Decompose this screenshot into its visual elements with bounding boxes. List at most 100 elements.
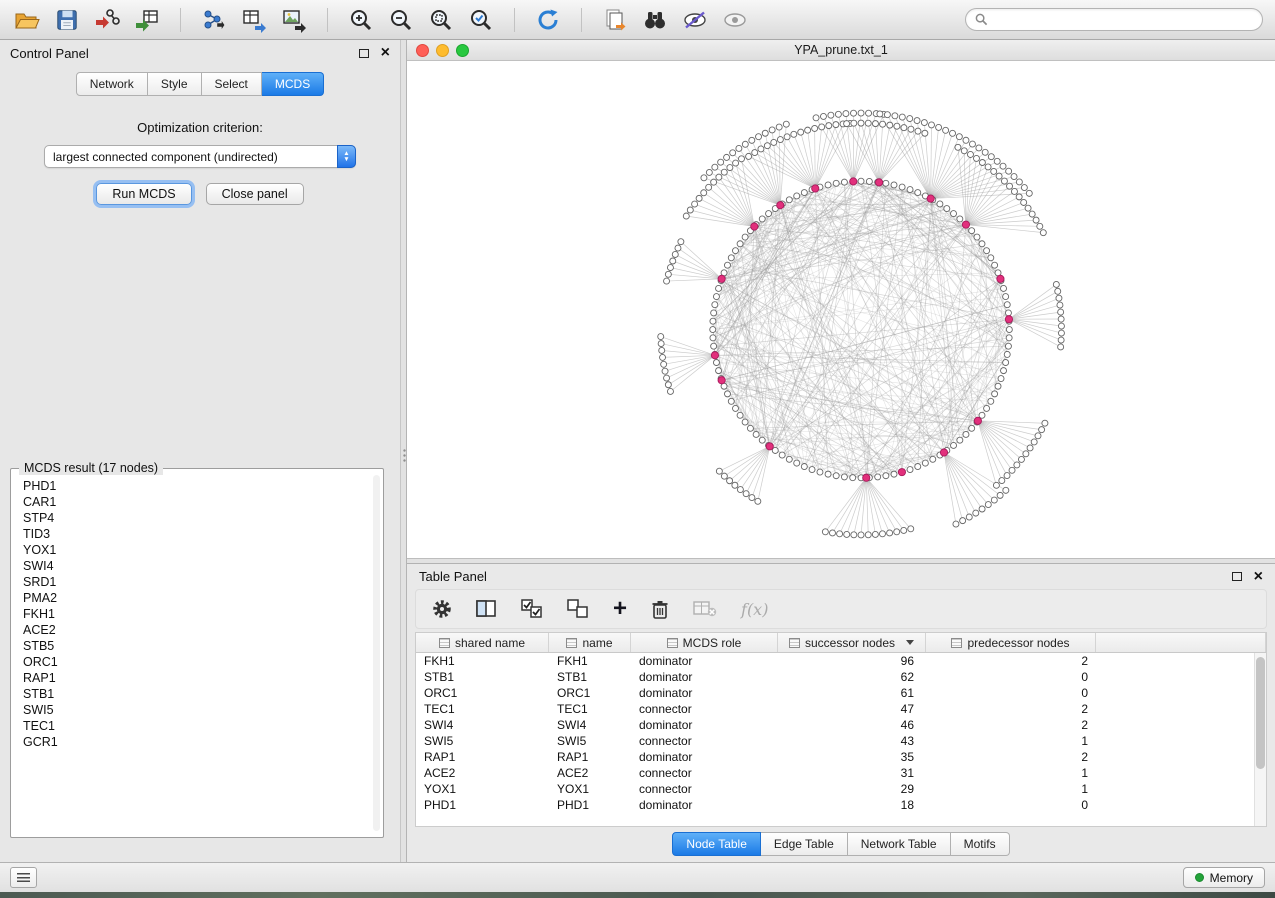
- table-row[interactable]: FKH1FKH1dominator962: [416, 653, 1266, 669]
- column-header-predecessor-nodes[interactable]: predecessor nodes: [926, 633, 1096, 652]
- tab-mcds[interactable]: MCDS: [262, 72, 324, 96]
- tab-edge-table[interactable]: Edge Table: [761, 832, 848, 856]
- zoom-selected-button[interactable]: [466, 5, 496, 35]
- column-icon: [667, 638, 678, 648]
- column-icon: [951, 638, 962, 648]
- table-row[interactable]: STB1STB1dominator620: [416, 669, 1266, 685]
- cell-name: FKH1: [549, 654, 631, 668]
- cell-successor-nodes: 18: [778, 798, 926, 812]
- list-item[interactable]: PHD1: [23, 478, 371, 494]
- mcds-result-title: MCDS result (17 nodes): [19, 461, 163, 475]
- tab-network-table[interactable]: Network Table: [848, 832, 951, 856]
- close-panel-icon[interactable]: ×: [381, 47, 390, 59]
- list-item[interactable]: STB1: [23, 686, 371, 702]
- column-header-successor-nodes[interactable]: successor nodes: [778, 633, 926, 652]
- table-tabs: Node Table Edge Table Network Table Moti…: [407, 832, 1275, 856]
- table-row[interactable]: PHD1PHD1dominator180: [416, 797, 1266, 813]
- delete-table-button[interactable]: [693, 600, 717, 618]
- tab-node-table[interactable]: Node Table: [672, 832, 761, 856]
- tab-style[interactable]: Style: [148, 72, 202, 96]
- network-titlebar[interactable]: YPA_prune.txt_1: [407, 40, 1275, 61]
- table-row[interactable]: ACE2ACE2connector311: [416, 765, 1266, 781]
- search-box[interactable]: [965, 8, 1263, 31]
- table-mode-button[interactable]: [432, 599, 452, 619]
- float-panel-icon[interactable]: [1232, 572, 1242, 581]
- tab-network[interactable]: Network: [76, 72, 148, 96]
- list-item[interactable]: TEC1: [23, 718, 371, 734]
- list-item[interactable]: STP4: [23, 510, 371, 526]
- list-item[interactable]: ACE2: [23, 622, 371, 638]
- export-image-button[interactable]: [279, 5, 309, 35]
- list-item[interactable]: YOX1: [23, 542, 371, 558]
- run-mcds-button[interactable]: Run MCDS: [96, 183, 191, 205]
- list-item[interactable]: SWI5: [23, 702, 371, 718]
- memory-button[interactable]: Memory: [1183, 867, 1265, 888]
- add-column-button[interactable]: +: [613, 599, 627, 619]
- deselect-all-button[interactable]: [567, 599, 589, 619]
- table-scrollbar-thumb[interactable]: [1256, 657, 1265, 769]
- list-item[interactable]: RAP1: [23, 670, 371, 686]
- cell-shared-name: ACE2: [416, 766, 549, 780]
- mcds-result-list[interactable]: PHD1 CAR1 STP4 TID3 YOX1 SWI4 SRD1 PMA2 …: [11, 469, 383, 837]
- cell-shared-name: RAP1: [416, 750, 549, 764]
- close-panel-icon[interactable]: ×: [1254, 571, 1263, 583]
- table-row[interactable]: RAP1RAP1dominator352: [416, 749, 1266, 765]
- list-item[interactable]: PMA2: [23, 590, 371, 606]
- import-table-button[interactable]: [132, 5, 162, 35]
- list-item[interactable]: SRD1: [23, 574, 371, 590]
- table-row[interactable]: ORC1ORC1dominator610: [416, 685, 1266, 701]
- select-all-button[interactable]: [521, 599, 543, 619]
- search-network-button[interactable]: [640, 5, 670, 35]
- tab-select[interactable]: Select: [202, 72, 262, 96]
- control-panel: Control Panel × Network Style Select MCD…: [0, 40, 400, 862]
- network-canvas[interactable]: [407, 61, 1275, 558]
- cell-name: SWI5: [549, 734, 631, 748]
- table-scrollbar-track[interactable]: [1254, 653, 1266, 826]
- network-view-window: YPA_prune.txt_1: [407, 40, 1275, 558]
- minimize-window-icon[interactable]: [436, 44, 449, 57]
- list-item[interactable]: ORC1: [23, 654, 371, 670]
- list-item[interactable]: CAR1: [23, 494, 371, 510]
- open-file-button[interactable]: [12, 5, 42, 35]
- hide-selected-button[interactable]: [680, 5, 710, 35]
- cell-predecessor-nodes: 1: [926, 734, 1096, 748]
- export-table-button[interactable]: [239, 5, 269, 35]
- show-all-button[interactable]: [720, 5, 750, 35]
- column-header-mcds-role[interactable]: MCDS role: [631, 633, 778, 652]
- column-header-name[interactable]: name: [549, 633, 631, 652]
- split-divider-vertical[interactable]: [400, 40, 407, 862]
- zoom-in-button[interactable]: [346, 5, 376, 35]
- zoom-out-button[interactable]: [386, 5, 416, 35]
- list-item[interactable]: FKH1: [23, 606, 371, 622]
- reapply-layout-button[interactable]: [533, 5, 563, 35]
- maximize-window-icon[interactable]: [456, 44, 469, 57]
- close-window-icon[interactable]: [416, 44, 429, 57]
- table-row[interactable]: SWI4SWI4dominator462: [416, 717, 1266, 733]
- cell-predecessor-nodes: 0: [926, 670, 1096, 684]
- table-row[interactable]: SWI5SWI5connector431: [416, 733, 1266, 749]
- list-item[interactable]: SWI4: [23, 558, 371, 574]
- float-panel-icon[interactable]: [359, 49, 369, 58]
- show-columns-button[interactable]: [476, 600, 497, 618]
- list-item[interactable]: STB5: [23, 638, 371, 654]
- table-row[interactable]: YOX1YOX1connector291: [416, 781, 1266, 797]
- function-builder-button[interactable]: f(x): [741, 600, 768, 619]
- criterion-dropdown[interactable]: largest connected component (undirected)…: [44, 145, 356, 168]
- import-network-button[interactable]: [92, 5, 122, 35]
- export-network-button[interactable]: [199, 5, 229, 35]
- save-session-button[interactable]: [52, 5, 82, 35]
- clone-network-button[interactable]: [600, 5, 630, 35]
- delete-column-button[interactable]: [651, 599, 669, 620]
- list-item[interactable]: TID3: [23, 526, 371, 542]
- table-row[interactable]: TEC1TEC1connector472: [416, 701, 1266, 717]
- tab-motifs[interactable]: Motifs: [951, 832, 1010, 856]
- list-item[interactable]: GCR1: [23, 734, 371, 750]
- cell-shared-name: PHD1: [416, 798, 549, 812]
- zoom-fit-button[interactable]: [426, 5, 456, 35]
- cell-successor-nodes: 47: [778, 702, 926, 716]
- task-history-button[interactable]: [10, 867, 37, 888]
- search-input[interactable]: [994, 13, 1253, 27]
- column-header-shared-name[interactable]: shared name: [416, 633, 549, 652]
- result-list-scrollbar[interactable]: [373, 475, 380, 831]
- close-panel-button[interactable]: Close panel: [206, 183, 304, 205]
